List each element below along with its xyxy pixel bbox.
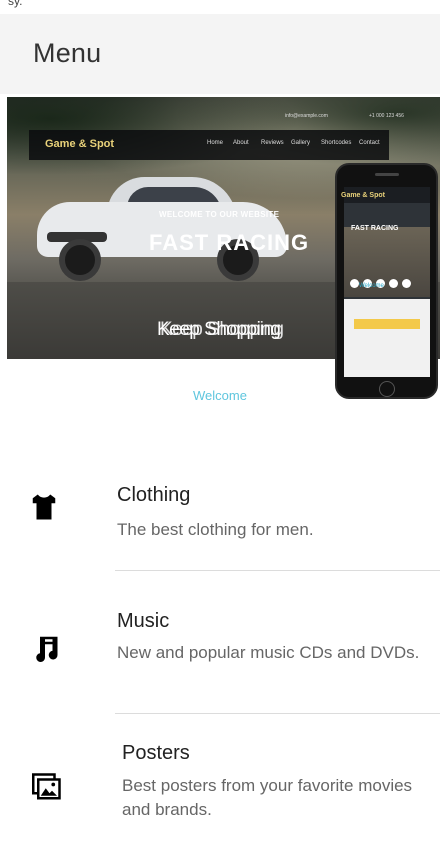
site-nav-link: Reviews: [261, 140, 284, 146]
list-item-clothing[interactable]: Clothing The best clothing for men.: [0, 440, 440, 570]
sports-car-image: [37, 177, 287, 281]
phone-content: [344, 299, 430, 377]
app-bar: Menu: [0, 14, 440, 94]
item-title: Music: [117, 610, 170, 632]
phone-highlight-bar: [354, 319, 420, 329]
site-logo: Game & Spot: [45, 138, 115, 150]
site-navbar: Game & Spot Home About Reviews Gallery S…: [29, 130, 389, 160]
welcome-heading: Welcome: [193, 388, 247, 400]
social-icon: [389, 279, 398, 288]
site-nav-link: Home: [207, 140, 224, 146]
list-item-music[interactable]: Music New and popular music CDs and DVDs…: [0, 571, 440, 714]
tshirt-icon: [29, 492, 59, 522]
social-icon: [350, 279, 359, 288]
site-email: info@example.com: [285, 113, 328, 119]
site-nav-link: Contact: [359, 140, 380, 146]
phone-speaker: [375, 173, 399, 176]
item-description: The best clothing for men.: [117, 520, 314, 539]
social-icon: [402, 279, 411, 288]
phone-screen: [344, 187, 430, 377]
phone-home-button: [379, 381, 395, 397]
phone-headline: FAST RACING: [351, 225, 399, 232]
banner-welcome-text: WELCOME TO OUR WEBSITE: [159, 210, 280, 219]
image-gallery-icon: [32, 772, 62, 802]
site-nav-link: Shortcodes: [321, 140, 352, 146]
item-title: Clothing: [117, 484, 191, 506]
music-note-icon: [30, 633, 60, 663]
site-phone: +1 000 123 456: [369, 113, 404, 119]
item-description: New and popular music CDs and DVDs.: [117, 643, 420, 662]
banner-headline: FAST RACING: [149, 230, 310, 255]
phone-site-logo: Game & Spot: [341, 192, 385, 199]
phone-welcome-text: Welcome: [359, 283, 384, 289]
item-title: Posters: [122, 742, 190, 764]
phone-mockup: Game & Spot FAST RACING Welcome: [335, 163, 438, 399]
page-title: Menu: [33, 38, 102, 68]
site-nav-link: Gallery: [291, 140, 311, 146]
status-text: sy.: [8, 0, 23, 8]
site-nav-link: About: [233, 140, 249, 146]
list-item-posters[interactable]: Posters Best posters from your favorite …: [0, 714, 440, 844]
item-description: Best posters from your favorite movies a…: [122, 776, 413, 819]
car-wheel: [59, 239, 101, 281]
keep-shopping-button[interactable]: Keep Shopping Keep Shopping: [127, 311, 305, 347]
top-strip: sy.: [0, 0, 440, 14]
keep-shopping-label: Keep Shopping: [157, 319, 281, 340]
